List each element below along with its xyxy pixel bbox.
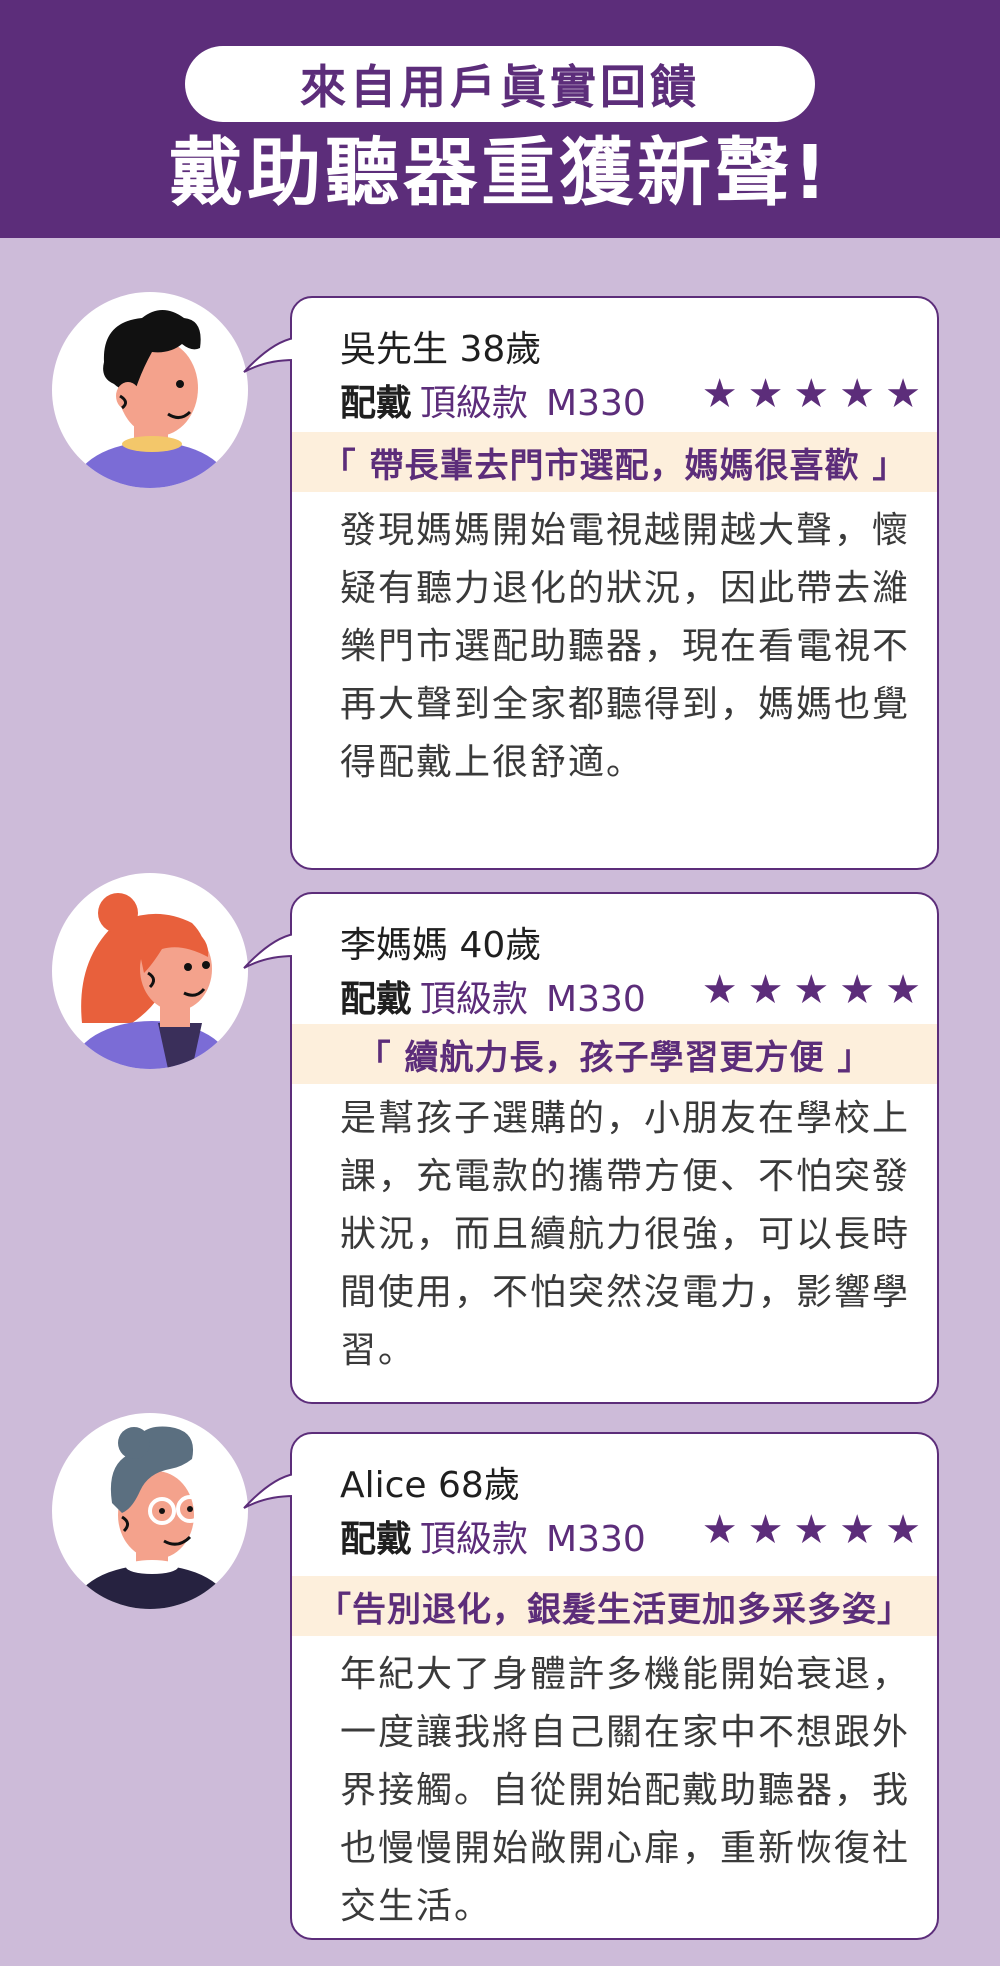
tier-label: 頂級款 — [420, 1519, 529, 1560]
woman-red-hair-avatar-icon — [52, 873, 248, 1069]
star-icon: ★ — [793, 967, 830, 1013]
star-icon: ★ — [793, 371, 830, 417]
tier-label: 頂級款 — [420, 979, 529, 1020]
review-body: 發現媽媽開始電視越開越大聲，懷疑有聽力退化的狀況，因此帶去濰樂門市選配助聽器，現… — [340, 510, 911, 783]
review-card-3: Alice 68歲 配戴 頂級款 M330 ★ ★ ★ ★ ★ 「告別退化，銀髮生活… — [243, 1432, 939, 1940]
speech-tail-icon — [243, 1472, 296, 1509]
star-icon: ★ — [885, 967, 921, 1013]
star-icon: ★ — [701, 1507, 738, 1553]
review-quote: 「告別退化，銀髮生活更加多采多姿」 — [292, 1576, 937, 1636]
model-line: 配戴 頂級款 M330 — [340, 970, 646, 1022]
page-title: 戴助聽器重獲新聲! — [169, 130, 831, 216]
review-card-2: 李媽媽 40歲 配戴 頂級款 M330 ★ ★ ★ ★ ★ 「 續航力長，孩子學習更… — [243, 892, 939, 1404]
wear-label: 配戴 — [340, 1519, 413, 1560]
model-line: 配戴 頂級款 M330 — [340, 1510, 646, 1562]
star-icon: ★ — [839, 967, 876, 1013]
speech-tail-icon — [243, 932, 296, 969]
rating-stars: ★ ★ ★ ★ ★ — [702, 372, 921, 416]
wear-label: 配戴 — [340, 383, 413, 424]
star-icon: ★ — [793, 1507, 830, 1553]
reviewer-name: 李媽媽 40歲 — [340, 925, 542, 966]
review-quote: 「 續航力長，孩子學習更方便 」 — [292, 1024, 937, 1084]
speech-tail-icon — [243, 336, 296, 373]
tier-label: 頂級款 — [420, 383, 529, 424]
review-body: 是幫孩子選購的，小朋友在學校上課，充電款的攜帶方便、不怕突發狀況，而且續航力很強… — [340, 1098, 911, 1371]
review-quote: 「 帶長輩去門市選配，媽媽很喜歡 」 — [292, 432, 937, 492]
elderly-woman-glasses-avatar-icon — [52, 1413, 248, 1609]
star-icon: ★ — [747, 371, 784, 417]
rating-stars: ★ ★ ★ ★ ★ — [702, 1508, 921, 1552]
review-body: 年紀大了身體許多機能開始衰退，一度讓我將自己關在家中不想跟外界接觸。自從開始配戴… — [340, 1654, 911, 1927]
star-icon: ★ — [747, 967, 784, 1013]
reviewer-name: 吳先生 38歲 — [340, 329, 542, 370]
reviewer-name: Alice 68歲 — [340, 1465, 520, 1506]
rating-stars: ★ ★ ★ ★ ★ — [702, 968, 921, 1012]
subtitle-pill: 來自用戶眞實回饋 — [185, 46, 815, 122]
model-code: M330 — [546, 1519, 646, 1560]
star-icon: ★ — [701, 371, 738, 417]
man-curly-hair-avatar-icon — [52, 292, 248, 488]
star-icon: ★ — [885, 1507, 921, 1553]
star-icon: ★ — [885, 371, 921, 417]
star-icon: ★ — [701, 967, 738, 1013]
star-icon: ★ — [839, 1507, 876, 1553]
star-icon: ★ — [839, 371, 876, 417]
model-code: M330 — [546, 383, 646, 424]
model-line: 配戴 頂級款 M330 — [340, 374, 646, 426]
wear-label: 配戴 — [340, 979, 413, 1020]
review-card-1: 吳先生 38歲 配戴 頂級款 M330 ★ ★ ★ ★ ★ 「 帶長輩去門市選配，媽… — [243, 296, 939, 870]
model-code: M330 — [546, 979, 646, 1020]
header-banner: 來自用戶眞實回饋 戴助聽器重獲新聲! — [0, 0, 1000, 238]
star-icon: ★ — [747, 1507, 784, 1553]
